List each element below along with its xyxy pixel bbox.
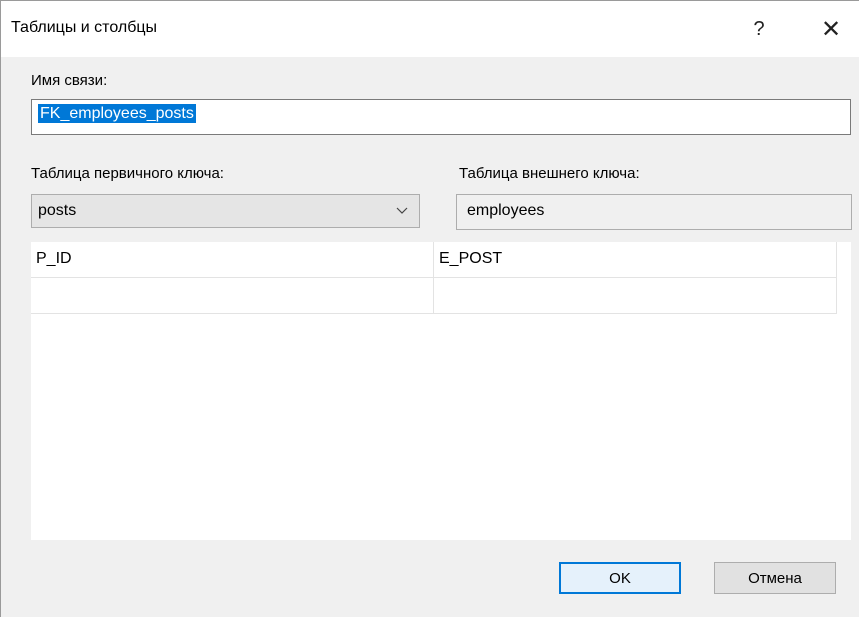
chevron-down-icon (396, 207, 408, 214)
relation-name-value: FK_employees_posts (38, 104, 196, 123)
primary-column-cell[interactable]: P_ID (31, 242, 434, 278)
dialog-title: Таблицы и столбцы (11, 19, 158, 36)
foreign-column-cell[interactable] (434, 278, 837, 314)
columns-grid: P_ID E_POST (31, 242, 851, 540)
foreign-key-table-field: employees (456, 194, 852, 230)
cancel-button-label: Отмена (748, 569, 802, 587)
relation-name-label: Имя связи: (31, 72, 108, 89)
foreign-column-cell[interactable]: E_POST (434, 242, 837, 278)
primary-key-table-value: posts (38, 202, 77, 219)
question-mark-icon: ? (753, 17, 765, 40)
close-icon: ✕ (820, 15, 842, 43)
primary-key-table-select[interactable]: posts (31, 194, 420, 228)
cancel-button[interactable]: Отмена (714, 562, 836, 594)
help-button[interactable]: ? (737, 9, 781, 49)
foreign-key-table-value: employees (467, 202, 545, 219)
relation-name-input[interactable]: FK_employees_posts (31, 99, 851, 135)
primary-column-cell[interactable] (31, 278, 434, 314)
grid-row (31, 278, 837, 314)
close-button[interactable]: ✕ (809, 9, 853, 49)
ok-button-label: OK (609, 569, 631, 587)
foreign-key-table-label: Таблица внешнего ключа: (459, 165, 640, 182)
ok-button[interactable]: OK (559, 562, 681, 594)
title-bar: Таблицы и столбцы ? ✕ (1, 1, 859, 57)
grid-row: P_ID E_POST (31, 242, 837, 278)
dialog-window: Таблицы и столбцы ? ✕ Имя связи: FK_empl… (0, 0, 859, 617)
primary-key-table-label: Таблица первичного ключа: (31, 165, 224, 182)
